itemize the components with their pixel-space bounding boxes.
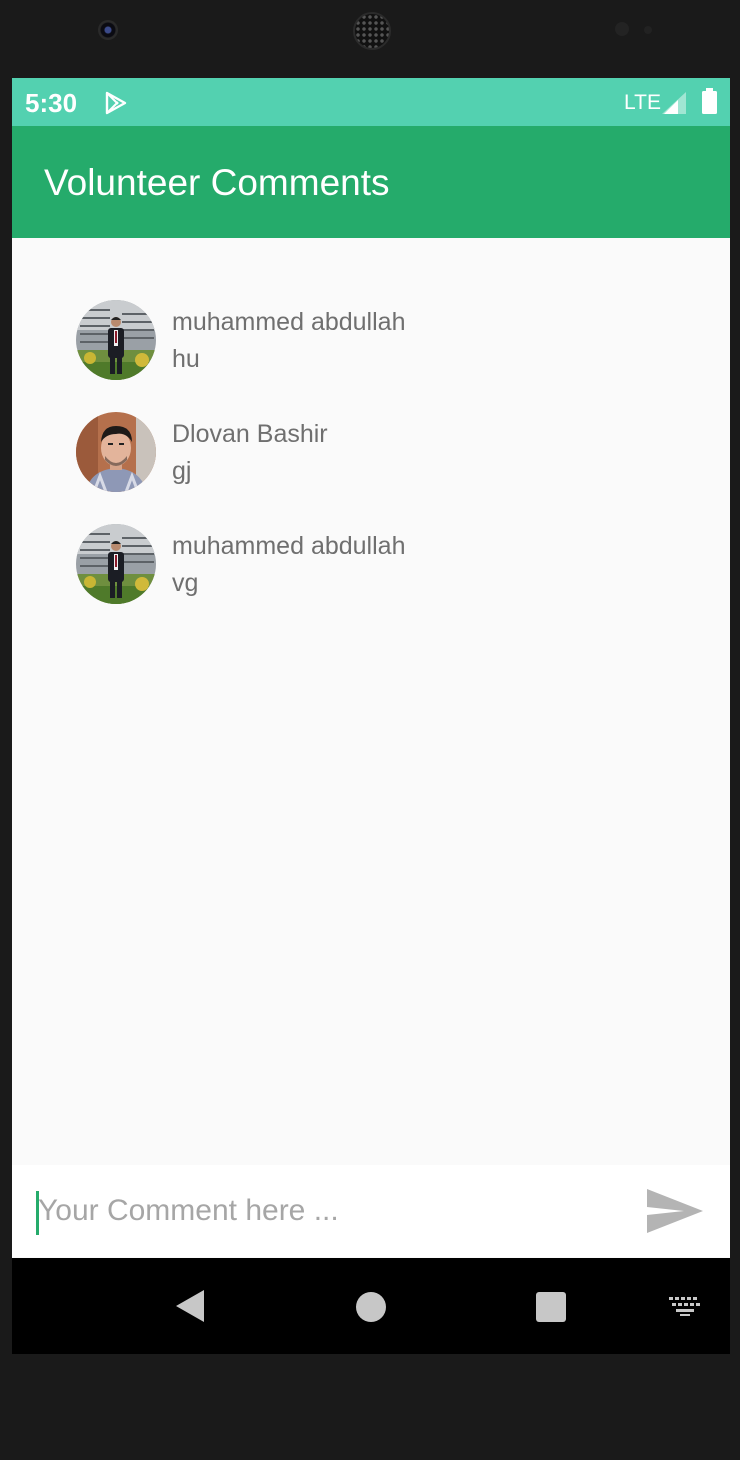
send-icon[interactable] <box>646 1187 704 1235</box>
avatar <box>76 412 156 492</box>
signal-icon <box>662 92 686 114</box>
proximity-sensor <box>615 22 629 36</box>
status-bar: 5:30 LTE <box>12 78 730 126</box>
earpiece-speaker <box>353 12 391 50</box>
comment-author: Dlovan Bashir <box>172 420 328 448</box>
avatar <box>76 300 156 380</box>
page-title: Volunteer Comments <box>44 162 390 203</box>
comment-author: muhammed abdullah <box>172 532 406 560</box>
home-icon[interactable] <box>356 1292 386 1322</box>
comment-item[interactable]: Dlovan Bashir gj <box>76 412 676 496</box>
play-store-icon <box>105 91 127 115</box>
avatar-photo <box>76 300 156 380</box>
comment-text: gj <box>172 457 192 485</box>
comment-text: vg <box>172 569 199 597</box>
comment-author: muhammed abdullah <box>172 308 406 336</box>
light-sensor <box>644 26 652 34</box>
device-bezel-bottom <box>0 1354 740 1460</box>
keyboard-icon[interactable] <box>668 1296 702 1316</box>
status-time: 5:30 <box>25 88 78 118</box>
recents-icon[interactable] <box>536 1292 566 1322</box>
comment-input[interactable] <box>36 1183 626 1239</box>
back-icon[interactable] <box>174 1289 206 1323</box>
network-type: LTE <box>624 91 661 114</box>
comment-input-bar <box>12 1165 730 1257</box>
navigation-bar <box>12 1258 730 1354</box>
comment-item[interactable]: muhammed abdullah vg <box>76 524 676 608</box>
app-screen: 5:30 LTE Volunteer Comments muhammed abd… <box>12 78 730 1354</box>
comment-text: hu <box>172 345 200 373</box>
avatar <box>76 524 156 604</box>
front-camera <box>98 20 118 40</box>
avatar-photo <box>76 412 156 492</box>
text-cursor <box>36 1191 39 1235</box>
battery-icon <box>702 88 717 114</box>
app-bar: Volunteer Comments <box>12 126 730 238</box>
device-bezel-top <box>0 0 740 78</box>
comment-item[interactable]: muhammed abdullah hu <box>76 300 676 384</box>
avatar-photo <box>76 524 156 604</box>
